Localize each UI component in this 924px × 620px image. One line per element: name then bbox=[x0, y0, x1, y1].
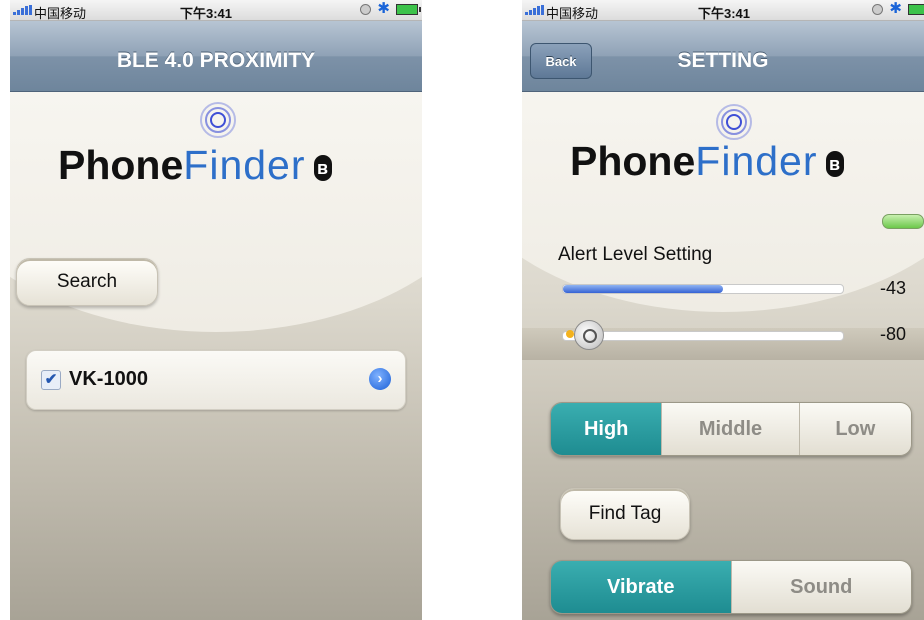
status-time: 下午3:41 bbox=[698, 6, 751, 21]
status-time: 下午3:41 bbox=[180, 6, 233, 21]
alert-level-label: Alert Level Setting bbox=[558, 244, 713, 265]
segment-sound[interactable]: Sound bbox=[730, 561, 911, 613]
status-bar: 中国移动 下午3:41 ✱ bbox=[10, 0, 422, 21]
alert-slider-2[interactable] bbox=[562, 331, 844, 341]
carrier-label: 中国移动 bbox=[546, 6, 599, 21]
find-tag-button[interactable]: Find Tag bbox=[560, 488, 690, 540]
screen-setting: 中国移动 下午3:41 ✱ Back SETTING PhoneFinder ʙ … bbox=[522, 0, 924, 620]
carrier-label: 中国移动 bbox=[34, 6, 87, 21]
nav-title: BLE 4.0 PROXIMITY bbox=[116, 49, 316, 72]
battery-icon bbox=[908, 3, 924, 15]
enable-toggle[interactable] bbox=[882, 214, 924, 229]
logo-bluetooth-icon: ʙ bbox=[825, 151, 844, 178]
logo-text-finder: Finder bbox=[183, 142, 306, 188]
logo-text-phone: Phone bbox=[58, 142, 184, 188]
bluetooth-icon: ✱ bbox=[889, 0, 902, 17]
nav-bar: BLE 4.0 PROXIMITY bbox=[10, 21, 422, 92]
alert-mode-segmented: Vibrate Sound bbox=[550, 560, 912, 614]
orientation-lock-icon bbox=[360, 3, 372, 15]
segment-vibrate[interactable]: Vibrate bbox=[551, 561, 731, 613]
nav-title: SETTING bbox=[677, 49, 769, 72]
disclosure-icon[interactable]: › bbox=[369, 368, 391, 390]
segment-high[interactable]: High bbox=[551, 403, 662, 455]
alert-slider-2-thumb[interactable] bbox=[574, 320, 604, 350]
screen-proximity: 中国移动 下午3:41 ✱ BLE 4.0 PROXIMITY PhoneFin… bbox=[10, 0, 422, 620]
battery-icon bbox=[396, 3, 421, 15]
segment-middle[interactable]: Middle bbox=[661, 403, 799, 455]
device-name: VK-1000 bbox=[69, 368, 148, 390]
device-row[interactable]: ✔ VK-1000 › bbox=[26, 350, 406, 410]
status-bar: 中国移动 下午3:41 ✱ bbox=[522, 0, 924, 21]
alert-slider-1[interactable] bbox=[562, 284, 844, 294]
segment-low[interactable]: Low bbox=[798, 403, 911, 455]
signal-rings-icon bbox=[716, 104, 752, 140]
alert-slider-2-value: -80 bbox=[879, 324, 906, 344]
phonefinder-logo: PhoneFinder ʙ bbox=[570, 138, 844, 185]
device-checkbox[interactable]: ✔ bbox=[41, 370, 61, 390]
alert-level-segmented: High Middle Low bbox=[550, 402, 912, 456]
orientation-lock-icon bbox=[872, 3, 884, 15]
signal-icon bbox=[13, 5, 33, 15]
nav-bar: Back SETTING bbox=[522, 21, 924, 92]
logo-text-phone: Phone bbox=[570, 138, 696, 184]
logo-bluetooth-icon: ʙ bbox=[313, 155, 332, 182]
alert-slider-1-value: -43 bbox=[879, 278, 906, 298]
signal-rings-icon bbox=[200, 102, 236, 138]
phonefinder-logo: PhoneFinder ʙ bbox=[58, 142, 332, 189]
content-area: PhoneFinder ʙ Search ✔ VK-1000 › bbox=[10, 92, 422, 620]
alert-slider-1-fill bbox=[563, 285, 723, 293]
bluetooth-icon: ✱ bbox=[377, 0, 390, 17]
signal-icon bbox=[525, 5, 545, 15]
search-button[interactable]: Search bbox=[16, 258, 158, 306]
logo-text-finder: Finder bbox=[695, 138, 818, 184]
slider-min-dot-icon bbox=[566, 330, 574, 338]
